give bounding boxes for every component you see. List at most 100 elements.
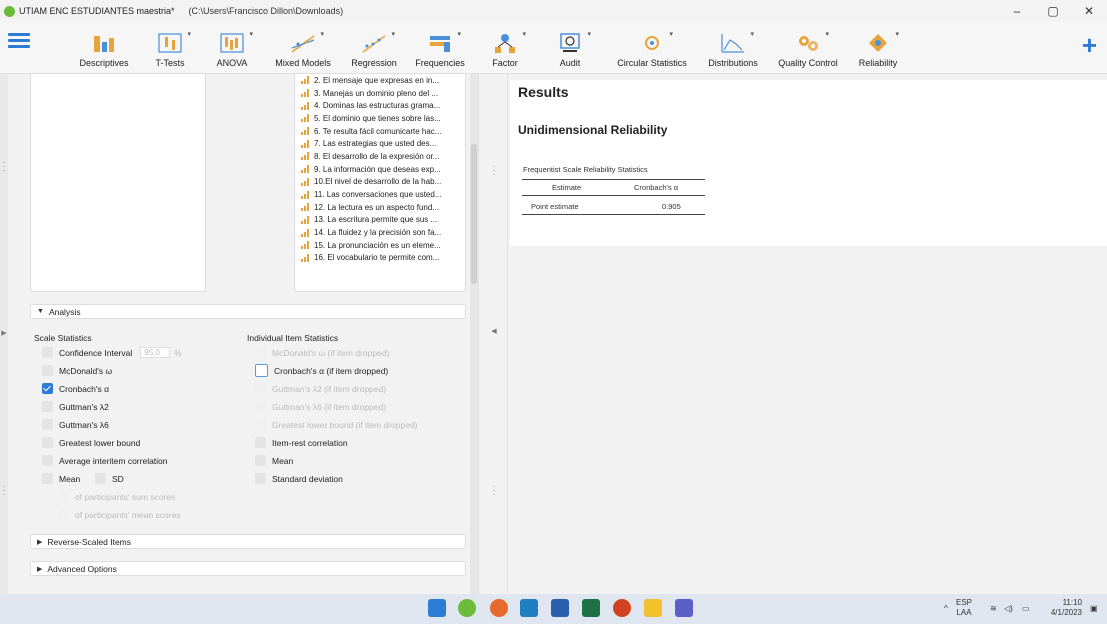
outlook-icon[interactable] — [520, 599, 538, 617]
variable-list-item[interactable]: 10.El nivel de desarrollo de la hab... — [295, 176, 465, 189]
variable-list-item[interactable]: 4. Dominas las estructuras grama... — [295, 99, 465, 112]
word-icon[interactable] — [551, 599, 569, 617]
ribbon-circular-statistics[interactable]: ▾ Circular Statistics — [610, 22, 694, 74]
ribbon-audit[interactable]: ▾ Audit — [550, 22, 591, 74]
pane-divider[interactable]: · · · ◀ · · · — [478, 74, 508, 594]
item-mean-checkbox[interactable]: Mean — [255, 454, 293, 467]
mixed-models-icon: ▾ — [290, 31, 324, 54]
battery-icon[interactable]: ▭ — [1022, 604, 1030, 614]
item-guttman-lambda2-checkbox[interactable]: Guttman's λ2 (if item dropped) — [255, 382, 386, 395]
reliability-icon: ▾ — [865, 31, 899, 54]
confidence-interval-option[interactable]: Confidence Interval 95.0 % — [42, 346, 182, 359]
item-sd-checkbox[interactable]: Standard deviation — [255, 472, 343, 485]
variable-list-item[interactable]: 16. El vocabulario te permite com... — [295, 252, 465, 265]
reverse-scaled-items-section[interactable]: ▶ Reverse-Scaled Items — [30, 534, 466, 549]
mean-scores-radio[interactable]: of participants' mean scores — [58, 508, 181, 521]
ribbon-frequencies[interactable]: ▾ Frequencies — [410, 22, 470, 74]
firefox-icon[interactable] — [490, 599, 508, 617]
guttman-lambda2-checkbox[interactable]: Guttman's λ2 — [42, 400, 109, 413]
scale-statistics-heading: Scale Statistics — [34, 333, 92, 343]
ribbon-ttests[interactable]: ▾ T-Tests — [148, 22, 192, 74]
notification-icon[interactable]: ▣ — [1090, 604, 1098, 614]
language-indicator[interactable]: ESP LAA — [956, 598, 972, 618]
variable-list-item[interactable]: 14. La fluidez y la precisión son fa... — [295, 226, 465, 239]
volume-icon[interactable]: ◁) — [1004, 604, 1013, 614]
item-rest-correlation-checkbox[interactable]: Item-rest correlation — [255, 436, 348, 449]
menu-icon[interactable] — [8, 30, 30, 52]
windows-start-icon[interactable] — [428, 599, 446, 617]
variable-list-item[interactable]: 6. Te resulta fácil comunicarte hac... — [295, 125, 465, 138]
sum-scores-radio[interactable]: of participants' sum scores — [58, 490, 175, 503]
mcdonalds-omega-checkbox[interactable]: McDonald's ω — [42, 364, 112, 377]
variable-list-item[interactable]: 5. El dominio que tienes sobre las... — [295, 112, 465, 125]
variable-list-item[interactable]: 2. El mensaje que expresas en in... — [295, 74, 465, 87]
collapse-arrow-icon: ▼ — [37, 308, 44, 315]
variable-list-item[interactable]: 15. La pronunciación es un eleme... — [295, 239, 465, 252]
powerpoint-icon[interactable] — [613, 599, 631, 617]
sd-checkbox[interactable]: SD — [95, 472, 124, 485]
maximize-button[interactable]: ▢ — [1035, 0, 1071, 22]
ordinal-variable-icon — [301, 89, 310, 98]
variable-list-item[interactable]: 13. La escritura permite que sus ... — [295, 214, 465, 227]
excel-icon[interactable] — [582, 599, 600, 617]
drag-handle-icon[interactable]: · · · — [490, 162, 498, 179]
greatest-lower-bound-checkbox[interactable]: Greatest lower bound — [42, 436, 140, 449]
collapse-left-icon[interactable]: ◀ — [490, 328, 498, 335]
expand-arrow-icon[interactable]: ▶ — [0, 330, 8, 337]
average-interitem-correlation-checkbox[interactable]: Average interitem correlation — [42, 454, 168, 467]
wifi-icon[interactable]: ≋ — [990, 604, 997, 614]
item-cronbachs-alpha-checkbox[interactable]: Cronbach's α (if item dropped) — [255, 364, 388, 377]
item-guttman-lambda6-checkbox[interactable]: Guttman's λ6 (if item dropped) — [255, 400, 386, 413]
ribbon-distributions[interactable]: ▾ Distributions — [702, 22, 764, 74]
variable-list-item[interactable]: 3. Manejas un dominio pleno del ... — [295, 87, 465, 100]
selected-variables-list[interactable]: 2. El mensaje que expresas en in... 3. Ma… — [294, 74, 466, 292]
drag-handle-icon[interactable]: · · · — [0, 482, 8, 499]
tray-chevron-icon[interactable]: ^ — [944, 604, 948, 614]
source-variables-list[interactable] — [30, 74, 206, 292]
ribbon-quality-control[interactable]: ▾ Quality Control — [772, 22, 844, 74]
item-glb-checkbox[interactable]: Greatest lower bound (if item dropped) — [255, 418, 418, 431]
teams-icon[interactable] — [675, 599, 693, 617]
variable-list-item[interactable]: 12. La lectura es un aspecto fund... — [295, 201, 465, 214]
close-button[interactable]: ✕ — [1071, 0, 1107, 22]
distributions-icon: ▾ — [720, 31, 754, 54]
confidence-interval-input[interactable]: 95.0 — [140, 347, 171, 358]
ordinal-variable-icon — [301, 139, 310, 148]
ribbon-reliability[interactable]: ▾ Reliability — [854, 22, 902, 74]
drag-handle-icon[interactable]: · · · — [0, 158, 8, 175]
table-top-rule — [522, 179, 705, 180]
variable-list-item[interactable]: 8. El desarrollo de la expresión or... — [295, 150, 465, 163]
drag-handle-icon[interactable]: · · · — [490, 482, 498, 499]
ribbon-anova[interactable]: ▾ ANOVA — [210, 22, 254, 74]
ordinal-variable-icon — [301, 165, 310, 174]
ordinal-variable-icon — [301, 101, 310, 110]
file-explorer-icon[interactable] — [644, 599, 662, 617]
frequencies-icon: ▾ — [427, 31, 461, 54]
variable-list-item[interactable]: 7. Las estrategias que usted des... — [295, 137, 465, 150]
table-header-rule — [522, 195, 705, 196]
minimize-button[interactable]: – — [999, 0, 1035, 22]
table-header-cronbach: Cronbach's α — [634, 183, 679, 192]
results-title: Results — [518, 84, 569, 100]
clock[interactable]: 11:10 4/1/2023 — [1046, 598, 1082, 618]
mean-checkbox[interactable]: Mean — [42, 472, 80, 485]
results-card — [510, 80, 1107, 246]
analysis-section-header[interactable]: ▼ Analysis — [30, 304, 466, 319]
item-mcdonalds-omega-checkbox[interactable]: McDonald's ω (if item dropped) — [255, 346, 389, 359]
variable-list-item[interactable]: 9. La información que deseas exp... — [295, 163, 465, 176]
ribbon-regression[interactable]: ▾ Regression — [346, 22, 402, 74]
cronbachs-alpha-checkbox[interactable]: Cronbach's α — [42, 382, 109, 395]
jasp-app-icon[interactable] — [458, 599, 476, 617]
advanced-options-section[interactable]: ▶ Advanced Options — [30, 561, 466, 576]
ribbon-factor[interactable]: ▾ Factor — [490, 22, 526, 74]
options-scrollbar[interactable] — [470, 74, 478, 594]
ordinal-variable-icon — [301, 253, 310, 262]
ribbon-mixed-models[interactable]: ▾ Mixed Models — [270, 22, 336, 74]
guttman-lambda6-checkbox[interactable]: Guttman's λ6 — [42, 418, 109, 431]
quality-control-icon: ▾ — [795, 31, 829, 54]
variable-list-item[interactable]: 11. Las conversaciones que usted... — [295, 188, 465, 201]
circular-icon: ▾ — [639, 31, 673, 54]
audit-icon: ▾ — [557, 31, 591, 54]
ribbon-descriptives[interactable]: Descriptives — [74, 22, 134, 74]
add-module-button[interactable]: + — [1082, 32, 1097, 58]
